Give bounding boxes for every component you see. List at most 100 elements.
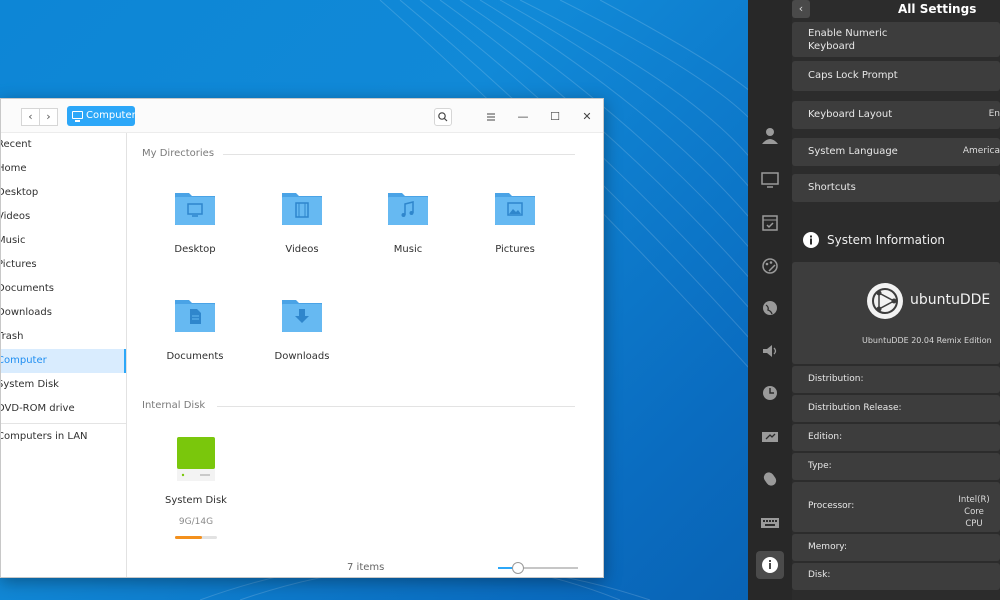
keyboard-keys-icon [761, 518, 779, 528]
sidebar-item-computer[interactable]: Computer [1, 349, 126, 373]
network-icon[interactable] [760, 298, 780, 318]
section-title-internal-disk: Internal Disk [142, 400, 206, 411]
section-divider [217, 406, 575, 407]
sidebar-divider [1, 423, 126, 424]
settings-back-button[interactable]: ‹ [792, 0, 810, 18]
personalization-icon[interactable] [760, 256, 780, 276]
mouse-icon[interactable] [760, 469, 780, 489]
breadcrumb-computer[interactable]: Computer [67, 106, 136, 126]
row-label: Shortcuts [808, 182, 856, 193]
row-shortcuts[interactable]: Shortcuts [792, 174, 1000, 202]
keyboard-icon[interactable] [760, 513, 780, 533]
maximize-button[interactable]: ☐ [546, 108, 564, 126]
sidebar-item-pictures[interactable]: Pictures [1, 253, 126, 277]
disk-label: System Disk [165, 495, 227, 506]
default-applications-icon[interactable] [760, 213, 780, 233]
file-manager-window: ‹ › Computer — ☐ ✕ Recent Home Desktop V… [0, 98, 604, 578]
section-title-my-directories: My Directories [142, 148, 215, 159]
datetime-icon[interactable] [760, 383, 780, 403]
system-info-icon[interactable] [756, 551, 784, 579]
settings-category-rail [748, 0, 792, 600]
back-button[interactable]: ‹ [21, 108, 40, 126]
battery-icon [762, 432, 778, 442]
row-label: System Language [808, 146, 898, 157]
folder-label: Videos [285, 244, 319, 255]
info-label: Processor: [808, 501, 855, 511]
picture-icon [495, 193, 535, 225]
sidebar-item-label: Pictures [1, 259, 37, 270]
edition-caption: UbuntuDDE 20.04 Remix Edition [862, 336, 992, 345]
row-caps-lock-prompt[interactable]: Caps Lock Prompt [792, 61, 1000, 91]
zoom-slider-handle[interactable] [512, 562, 524, 574]
folder-label: Downloads [274, 351, 330, 362]
sidebar-item-trash[interactable]: Trash [1, 325, 126, 349]
accounts-icon[interactable] [760, 126, 780, 146]
zoom-slider[interactable] [498, 562, 578, 574]
info-icon [762, 557, 778, 573]
sidebar-item-label: Trash [1, 331, 24, 342]
sidebar-item-dvd-rom[interactable]: DVD-ROM drive [1, 397, 126, 421]
sidebar-item-recent[interactable]: Recent [1, 133, 126, 157]
search-button[interactable] [434, 108, 452, 126]
status-item-count: 7 items [347, 562, 385, 573]
sidebar-item-music[interactable]: Music [1, 229, 126, 253]
folder-label: Documents [166, 351, 224, 362]
content-area: My Directories Desktop Videos Music Pict… [127, 133, 603, 577]
row-keyboard-layout[interactable]: Keyboard Layout En [792, 101, 1000, 129]
folder-music[interactable]: Music [363, 189, 453, 269]
row-system-language[interactable]: System Language America [792, 138, 1000, 166]
menu-icon [487, 113, 495, 121]
minimize-button[interactable]: — [514, 108, 532, 126]
sidebar-item-label: System Disk [1, 379, 59, 390]
download-icon [282, 300, 322, 332]
folder-label: Music [393, 244, 423, 255]
sidebar-item-label: Downloads [1, 307, 52, 318]
music-icon [388, 193, 428, 225]
system-info-logo-card: ubuntuDDE UbuntuDDE 20.04 Remix Edition [792, 262, 1000, 364]
info-label: Memory: [808, 542, 847, 552]
sidebar-item-label: DVD-ROM drive [1, 403, 75, 414]
info-label: Type: [808, 461, 832, 471]
sidebar-item-label: Desktop [1, 187, 39, 198]
breadcrumb-label: Computer [86, 110, 136, 121]
mouse-pointer-icon [763, 472, 777, 486]
sidebar-item-desktop[interactable]: Desktop [1, 181, 126, 205]
display-icon[interactable] [760, 170, 780, 190]
sidebar-item-documents[interactable]: Documents [1, 277, 126, 301]
info-row-edition: Edition: [792, 424, 1000, 451]
sound-icon[interactable] [760, 341, 780, 361]
info-row-distribution: Distribution: [792, 366, 1000, 393]
system-disk-item[interactable]: System Disk 9G/14G [151, 433, 241, 543]
row-numeric-keyboard[interactable]: Enable Numeric Keyboard [792, 22, 1000, 57]
sidebar-item-label: Videos [1, 211, 31, 222]
settings-title: All Settings [898, 2, 977, 16]
sidebar-item-home[interactable]: Home [1, 157, 126, 181]
folder-downloads[interactable]: Downloads [257, 296, 347, 376]
globe-icon [763, 301, 777, 315]
folder-pictures[interactable]: Pictures [470, 189, 560, 269]
document-icon [175, 300, 215, 332]
info-row-disk: Disk: [792, 563, 1000, 590]
info-row-distribution-release: Distribution Release: [792, 395, 1000, 422]
sidebar-item-computers-in-lan[interactable]: Computers in LAN [1, 425, 126, 449]
hard-disk-icon [177, 437, 215, 481]
monitor-icon [761, 172, 779, 188]
calendar-check-icon [762, 215, 778, 231]
row-label: Keyboard Layout [808, 109, 893, 120]
info-label: Edition: [808, 432, 843, 442]
forward-button[interactable]: › [39, 108, 58, 126]
folder-desktop[interactable]: Desktop [150, 189, 240, 269]
close-button[interactable]: ✕ [578, 108, 596, 126]
system-info-heading-icon [803, 232, 819, 248]
sidebar-item-downloads[interactable]: Downloads [1, 301, 126, 325]
info-label: Distribution: [808, 374, 864, 384]
row-label: Caps Lock Prompt [808, 70, 898, 81]
power-icon[interactable] [760, 427, 780, 447]
sidebar-item-videos[interactable]: Videos [1, 205, 126, 229]
menu-button[interactable] [482, 108, 500, 126]
title-bar: ‹ › Computer — ☐ ✕ [1, 99, 603, 133]
info-value: Intel(R) Core CPU [958, 495, 990, 529]
sidebar-item-system-disk[interactable]: System Disk [1, 373, 126, 397]
folder-videos[interactable]: Videos [257, 189, 347, 269]
folder-documents[interactable]: Documents [150, 296, 240, 376]
